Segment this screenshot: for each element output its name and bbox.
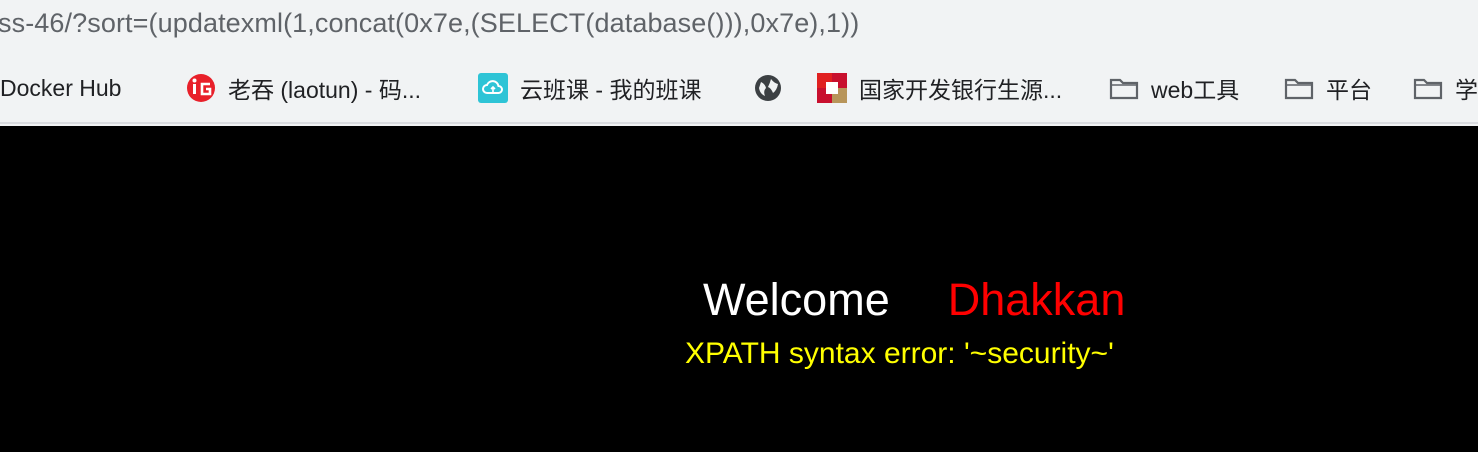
bookmark-label: 平台	[1326, 77, 1372, 103]
folder-icon	[1413, 73, 1443, 103]
browser-chrome: ss-46/?sort=(updatexml(1,concat(0x7e,(SE…	[0, 0, 1478, 126]
bank-logo-icon	[817, 73, 847, 103]
folder-icon	[1109, 73, 1139, 103]
globe-icon	[753, 73, 783, 103]
bookmark-laotun[interactable]: 老吞 (laotun) - 码...	[186, 72, 421, 104]
bookmark-platform[interactable]: 平台	[1284, 72, 1372, 104]
bookmark-web-tools[interactable]: web工具	[1109, 72, 1239, 104]
address-bar[interactable]: ss-46/?sort=(updatexml(1,concat(0x7e,(SE…	[0, 0, 1478, 50]
user-name: Dhakkan	[947, 274, 1126, 325]
cloud-class-icon	[478, 73, 508, 103]
bookmark-cloud-class[interactable]: 云班课 - 我的班课	[478, 72, 701, 104]
bookmark-bank[interactable]: 国家开发银行生源...	[817, 72, 1062, 104]
bookmark-label: 云班课 - 我的班课	[520, 77, 702, 103]
laotun-logo-icon	[186, 73, 216, 103]
welcome-heading: Welcome Dhakkan	[703, 274, 1125, 326]
bookmark-label: web工具	[1151, 77, 1240, 103]
bookmark-label: 国家开发银行生源...	[859, 77, 1063, 103]
bookmarks-bar: Docker Hub 老吞 (laotun) - 码... 云班课 - 我的班课…	[0, 52, 1478, 124]
bookmark-label: 学	[1455, 77, 1478, 103]
error-message: XPATH syntax error: '~security~'	[685, 337, 1114, 370]
bookmark-label: 老吞 (laotun) - 码...	[228, 77, 421, 103]
folder-icon	[1284, 73, 1314, 103]
bookmark-docker-hub[interactable]: Docker Hub	[0, 72, 121, 104]
bookmark-globe[interactable]	[753, 72, 795, 104]
page-content: Welcome Dhakkan XPATH syntax error: '~sec…	[0, 126, 1478, 452]
bookmark-label: Docker Hub	[0, 74, 122, 101]
welcome-text: Welcome	[703, 274, 890, 325]
url-text[interactable]: ss-46/?sort=(updatexml(1,concat(0x7e,(SE…	[0, 8, 859, 39]
bookmark-study[interactable]: 学	[1413, 72, 1478, 104]
